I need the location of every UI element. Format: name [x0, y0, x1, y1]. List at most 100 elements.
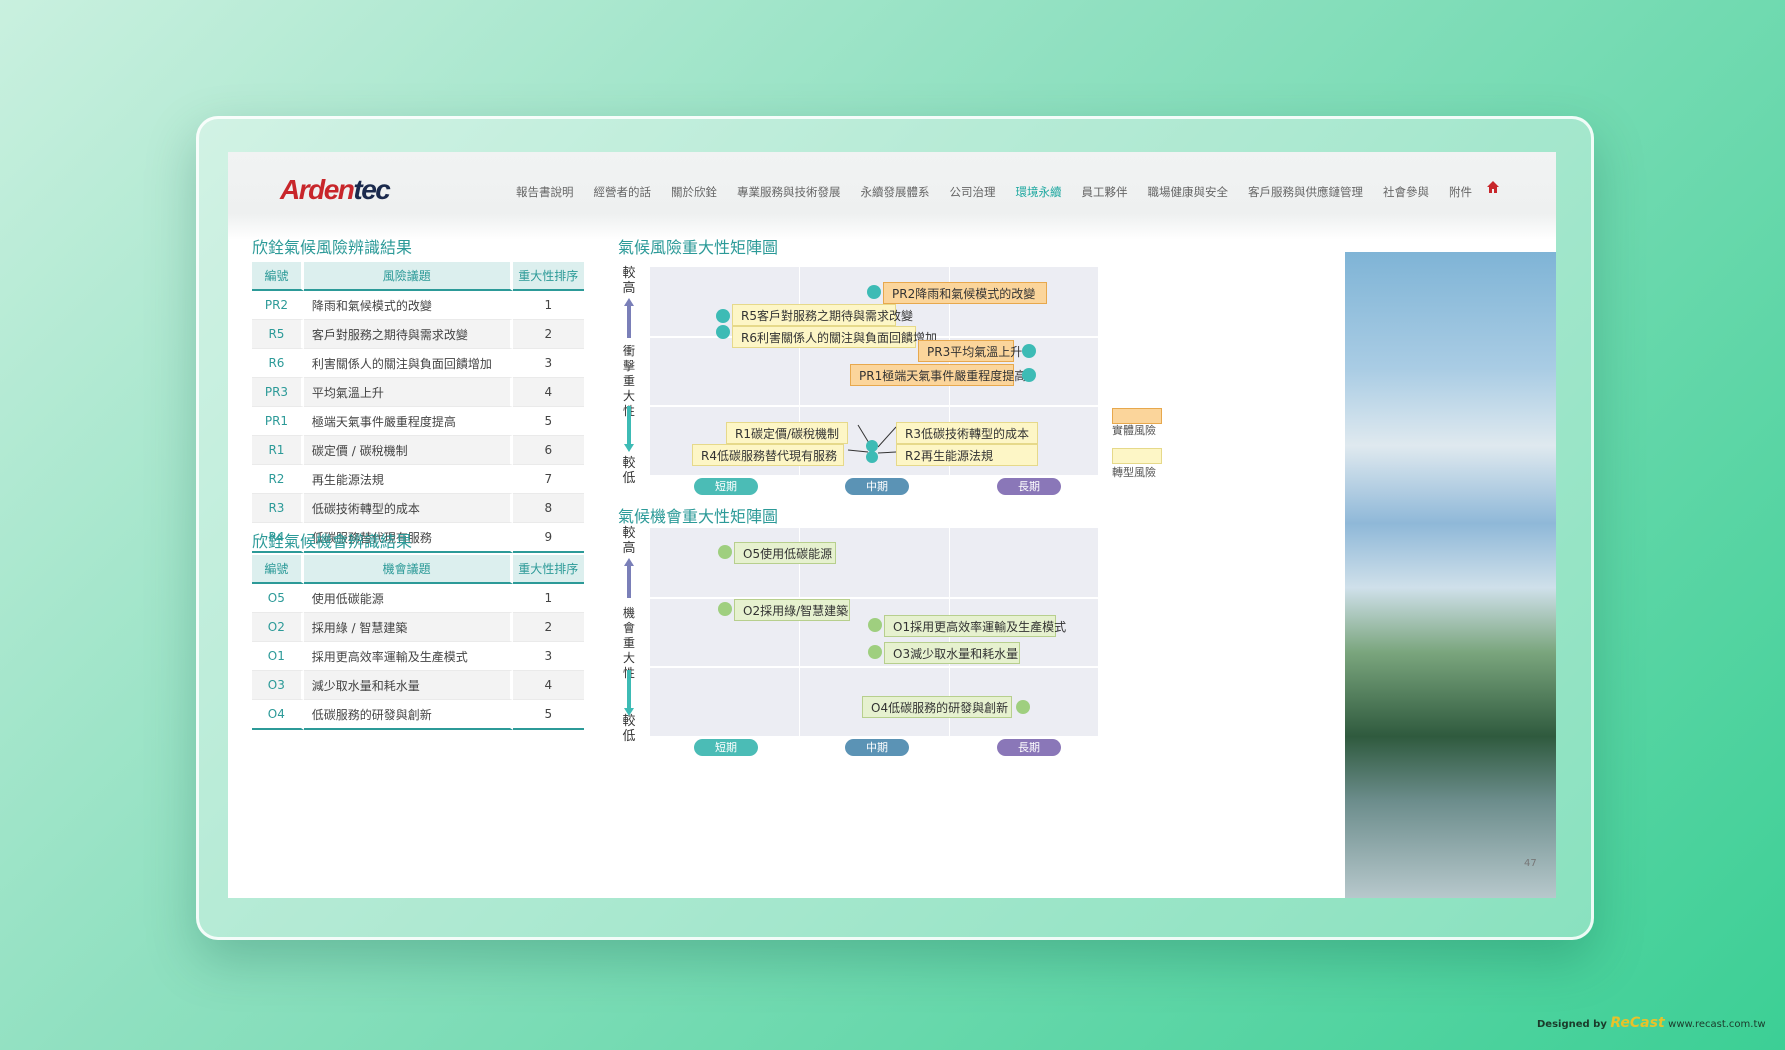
nav-item-ceo-letter[interactable]: 經營者的話: [584, 184, 662, 200]
r4-dot: [866, 451, 878, 463]
table-row: PR1 極端天氣事件嚴重程度提高 5: [252, 407, 584, 436]
cell-rank: 7: [512, 465, 584, 494]
pr3-dot: [1022, 344, 1036, 358]
opp-x-mid: 中期: [845, 739, 909, 756]
cell-name: 利害關係人的關注與負面回饋增加: [303, 349, 513, 378]
page-number: 47: [1524, 858, 1537, 869]
cell-id: PR3: [252, 378, 304, 407]
nav-item-sustainability[interactable]: 永續發展體系: [851, 184, 940, 200]
up-arrow-icon: [624, 558, 634, 598]
col-rank: 重大性排序: [512, 262, 584, 291]
cell-name: 採用更高效率運輸及生產模式: [303, 642, 513, 671]
opp-table: 編號 機會議題 重大性排序 O5 使用低碳能源 1 O2 採用綠 / 智慧建築 2 O1 採用…: [252, 555, 584, 730]
o4-dot: [1016, 700, 1030, 714]
logo-text-a: Arden: [280, 174, 355, 205]
cell-name: 低碳服務的研發與創新: [303, 700, 513, 730]
cell-id: O2: [252, 613, 304, 642]
opp-table-title: 欣銓氣候機會辨識結果: [252, 532, 413, 551]
cell-id: O5: [252, 584, 304, 613]
cell-id: PR1: [252, 407, 304, 436]
risk-table: 編號 風險議題 重大性排序 PR2 降雨和氣候模式的改變 1 R5 客戶對服務之期待與需…: [252, 262, 584, 553]
cell-rank: 3: [512, 642, 584, 671]
legend-physical-text: 實體風險: [1112, 424, 1156, 437]
cell-rank: 1: [512, 584, 584, 613]
report-page: Ardentec 報告書說明 經營者的話 關於欣銓 專業服務與技術發展 永續發展…: [228, 152, 1556, 898]
nav-item-report-intro[interactable]: 報告書說明: [506, 184, 584, 200]
table-row: PR2 降雨和氣候模式的改變 1: [252, 291, 584, 320]
ardentec-logo[interactable]: Ardentec: [280, 174, 391, 206]
pr1-dot: [1022, 368, 1036, 382]
o3-label: O3減少取水量和耗水量: [884, 642, 1020, 664]
nav-item-community[interactable]: 社會參與: [1373, 184, 1439, 200]
table-row: O2 採用綠 / 智慧建築 2: [252, 613, 584, 642]
table-row: R5 客戶對服務之期待與需求改變 2: [252, 320, 584, 349]
cell-rank: 4: [512, 671, 584, 700]
cell-name: 減少取水量和耗水量: [303, 671, 513, 700]
r4-label: R4低碳服務替代現有服務: [692, 444, 844, 466]
recast-logo: ReCast: [1610, 1015, 1665, 1031]
site-header: Ardentec 報告書說明 經營者的話 關於欣銓 專業服務與技術發展 永續發展…: [228, 152, 1556, 240]
cell-rank: 3: [512, 349, 584, 378]
cell-name: 降雨和氣候模式的改變: [303, 291, 513, 320]
r3-label: R3低碳技術轉型的成本: [896, 422, 1038, 444]
col-id: 編號: [252, 262, 304, 291]
o4-label: O4低碳服務的研發與創新: [862, 696, 1012, 718]
risk-matrix-title: 氣候風險重大性矩陣圖: [618, 238, 779, 257]
cell-id: O3: [252, 671, 304, 700]
r5-dot: [716, 309, 730, 323]
cell-id: R3: [252, 494, 304, 523]
table-row: R1 碳定價 / 碳稅機制 6: [252, 436, 584, 465]
lake-forest-watercolor-image: [1345, 252, 1556, 898]
cell-id: O4: [252, 700, 304, 730]
risk-y-top: 較高: [622, 266, 636, 296]
cell-name: 低碳技術轉型的成本: [303, 494, 513, 523]
nav-item-health-safety[interactable]: 職場健康與安全: [1138, 184, 1239, 200]
nav-item-about[interactable]: 關於欣銓: [661, 184, 727, 200]
nav-item-employees[interactable]: 員工夥伴: [1072, 184, 1138, 200]
table-row: O3 減少取水量和耗水量 4: [252, 671, 584, 700]
cell-id: R2: [252, 465, 304, 494]
cell-rank: 6: [512, 436, 584, 465]
cell-rank: 2: [512, 613, 584, 642]
cell-name: 平均氣溫上升: [303, 378, 513, 407]
nav-item-appendix[interactable]: 附件: [1439, 184, 1482, 200]
nav-item-governance[interactable]: 公司治理: [940, 184, 1006, 200]
cell-id: O1: [252, 642, 304, 671]
cell-rank: 1: [512, 291, 584, 320]
cell-rank: 8: [512, 494, 584, 523]
risk-x-mid: 中期: [845, 478, 909, 495]
o1-label: O1採用更高效率運輸及生產模式: [884, 615, 1066, 637]
down-arrow-icon: [624, 406, 634, 452]
risk-table-title: 欣銓氣候風險辨識結果: [252, 238, 413, 257]
credit-prefix: Designed by: [1537, 1019, 1607, 1030]
r2-label: R2再生能源法規: [896, 444, 1038, 466]
table-row: O1 採用更高效率運輸及生產模式 3: [252, 642, 584, 671]
o5-dot: [718, 545, 732, 559]
opp-matrix-title: 氣候機會重大性矩陣圖: [618, 507, 779, 526]
table-row: O5 使用低碳能源 1: [252, 584, 584, 613]
r1-label: R1碳定價/碳稅機制: [726, 422, 848, 444]
col-issue: 機會議題: [303, 555, 513, 584]
col-rank: 重大性排序: [512, 555, 584, 584]
cell-name: 極端天氣事件嚴重程度提高: [303, 407, 513, 436]
o5-label: O5使用低碳能源: [734, 542, 836, 564]
opp-y-bottom: 較低: [622, 714, 636, 744]
cell-name: 客戶對服務之期待與需求改變: [303, 320, 513, 349]
cell-rank: 2: [512, 320, 584, 349]
risk-y-bottom: 較低: [622, 456, 636, 486]
table-row: O4 低碳服務的研發與創新 5: [252, 700, 584, 730]
legend-transition-swatch: [1112, 448, 1162, 464]
opp-x-short: 短期: [694, 739, 758, 756]
nav-item-environment[interactable]: 環境永續: [1006, 184, 1072, 200]
table-row: R2 再生能源法規 7: [252, 465, 584, 494]
down-arrow-icon: [624, 670, 634, 716]
o2-label: O2採用綠/智慧建築: [734, 599, 850, 621]
nav-item-customers-supply[interactable]: 客戶服務與供應鏈管理: [1238, 184, 1373, 200]
designer-credit[interactable]: Designed by ReCast www.recast.com.tw: [1537, 1015, 1766, 1031]
cell-name: 使用低碳能源: [303, 584, 513, 613]
cell-rank: 4: [512, 378, 584, 407]
up-arrow-icon: [624, 298, 634, 338]
opp-x-long: 長期: [997, 739, 1061, 756]
cell-id: R5: [252, 320, 304, 349]
nav-item-services[interactable]: 專業服務與技術發展: [727, 184, 851, 200]
